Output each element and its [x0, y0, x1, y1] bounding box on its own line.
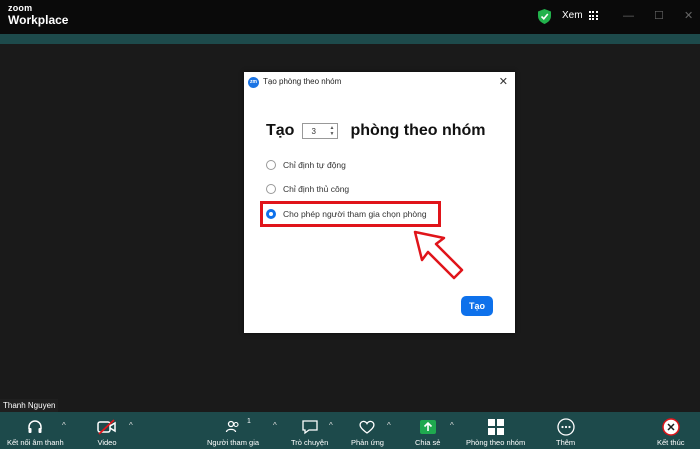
audio-options-caret-icon[interactable]: ^ — [62, 421, 66, 430]
chat-button[interactable]: Trò chuyện — [291, 412, 328, 449]
more-label: Thêm — [556, 438, 576, 447]
heading-prefix: Tạo — [266, 122, 295, 139]
share-label: Chia sẻ — [415, 438, 441, 447]
end-meeting-button[interactable]: Kết thúc — [657, 412, 685, 449]
room-count-stepper[interactable]: 3 ▲ ▼ — [302, 123, 339, 139]
reactions-options-caret-icon[interactable]: ^ — [387, 421, 391, 430]
breakout-rooms-dialog: zm Tạo phòng theo nhóm ✕ Tạo 3 ▲ ▼ phòng … — [244, 72, 515, 333]
annotation-arrow-icon — [413, 230, 464, 280]
participants-label: Người tham gia — [207, 438, 260, 447]
create-button[interactable]: Tạo — [461, 296, 493, 316]
room-count-row: Tạo 3 ▲ ▼ phòng theo nhóm — [266, 122, 486, 140]
breakout-rooms-button[interactable]: Phòng theo nhóm — [466, 412, 525, 449]
heading-suffix: phòng theo nhóm — [350, 122, 486, 139]
share-screen-icon — [419, 420, 436, 434]
chat-label: Trò chuyện — [291, 438, 329, 447]
option-manual-assign[interactable]: Chỉ định thủ công — [266, 184, 349, 194]
participants-icon — [225, 420, 239, 433]
more-icon — [556, 418, 575, 436]
video-button[interactable]: Video — [97, 412, 117, 449]
audio-button[interactable]: Kết nối âm thanh — [7, 412, 64, 449]
option-manual-assign-label: Chỉ định thủ công — [283, 184, 350, 194]
dialog-title: Tạo phòng theo nhóm — [263, 77, 342, 86]
participants-button[interactable]: Người tham gia — [207, 412, 259, 449]
video-off-icon — [97, 419, 116, 435]
dialog-header: zm Tạo phòng theo nhóm ✕ — [244, 72, 515, 92]
top-strip — [0, 34, 700, 44]
app-logo: zoom Workplace — [8, 3, 69, 27]
view-label: Xem — [562, 10, 583, 21]
breakout-rooms-icon — [487, 419, 504, 435]
radio-manual-assign[interactable] — [266, 184, 276, 194]
audio-label: Kết nối âm thanh — [7, 438, 64, 447]
chat-icon — [301, 420, 318, 435]
radio-auto-assign[interactable] — [266, 160, 276, 170]
minimize-button[interactable]: — — [623, 10, 634, 22]
dialog-close-button[interactable]: ✕ — [499, 75, 508, 88]
title-bar: zoom Workplace Xem — ☐ ✕ — [0, 0, 700, 34]
stepper-arrows-icon[interactable]: ▲ ▼ — [330, 125, 335, 137]
view-button[interactable]: Xem — [562, 10, 598, 21]
highlight-box — [260, 201, 441, 227]
meeting-toolbar: Kết nối âm thanh ^ Video ^ Người tham gi… — [0, 412, 700, 449]
video-label: Video — [97, 438, 117, 447]
participants-options-caret-icon[interactable]: ^ — [273, 421, 277, 430]
end-meeting-label: Kết thúc — [657, 438, 685, 447]
breakout-rooms-label: Phòng theo nhóm — [466, 438, 526, 447]
chat-options-caret-icon[interactable]: ^ — [329, 421, 333, 430]
option-auto-assign-label: Chỉ định tự động — [283, 160, 346, 170]
option-auto-assign[interactable]: Chỉ định tự động — [266, 160, 346, 170]
brand-bottom: Workplace — [8, 13, 69, 27]
participant-name-tag: Thanh Nguyen — [0, 399, 59, 412]
participants-count: 1 — [247, 418, 251, 425]
video-options-caret-icon[interactable]: ^ — [129, 421, 133, 430]
share-button[interactable]: Chia sẻ — [415, 412, 440, 449]
brand-top: zoom — [8, 3, 33, 13]
reactions-button[interactable]: Phản ứng — [351, 412, 384, 449]
share-options-caret-icon[interactable]: ^ — [450, 421, 454, 430]
zoom-logo-icon: zm — [248, 77, 259, 88]
close-window-button[interactable]: ✕ — [684, 10, 693, 22]
more-button[interactable]: Thêm — [556, 412, 575, 449]
security-shield-icon[interactable] — [538, 9, 551, 24]
heart-icon — [359, 420, 376, 434]
grid-view-icon — [588, 11, 598, 20]
headphone-icon — [28, 420, 43, 433]
maximize-button[interactable]: ☐ — [654, 10, 664, 22]
room-count-value: 3 — [311, 127, 316, 136]
reactions-label: Phản ứng — [351, 438, 384, 447]
end-meeting-icon — [662, 418, 680, 436]
